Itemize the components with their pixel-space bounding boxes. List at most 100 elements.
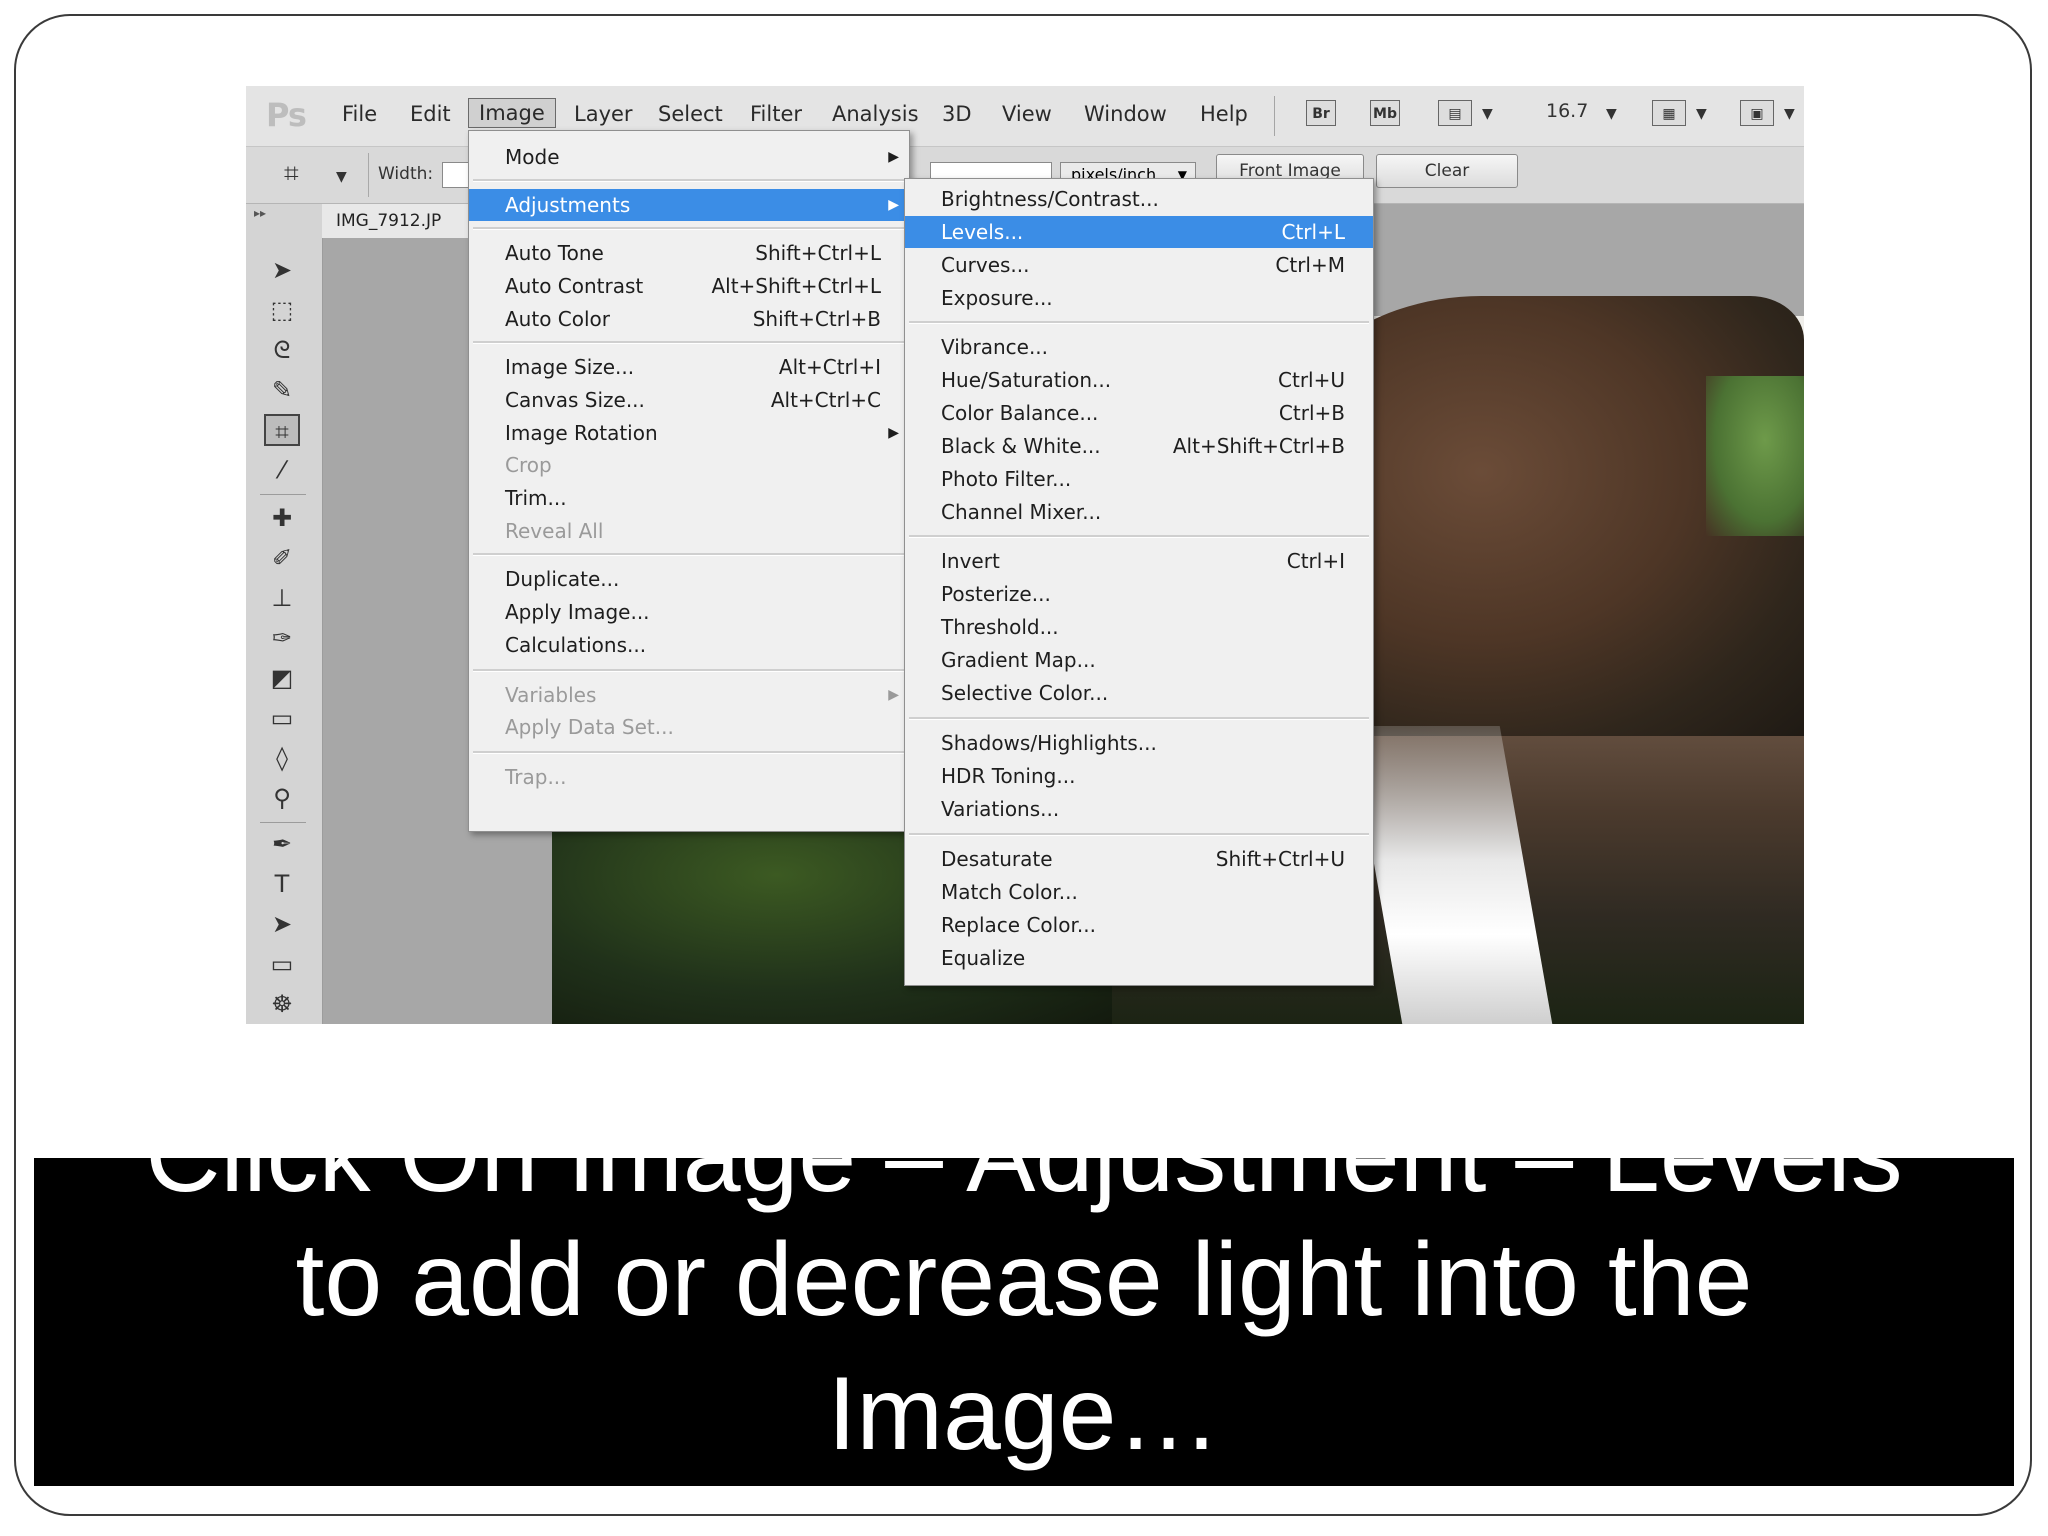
menu-item-threshold[interactable]: Threshold... — [905, 611, 1373, 643]
rectangle-tool-icon[interactable]: ▭ — [264, 948, 300, 980]
menu-item-label: Apply Data Set... — [505, 715, 674, 739]
menu-file[interactable]: File — [332, 100, 387, 128]
menu-item-image-rotation[interactable]: Image Rotation ▶ — [469, 417, 909, 449]
tree-foliage — [1706, 376, 1804, 536]
screen-mode-icon[interactable]: ▣ — [1740, 100, 1774, 126]
chevron-down-icon[interactable]: ▼ — [336, 169, 347, 185]
eyedropper-tool-icon[interactable]: ⁄ — [264, 454, 300, 486]
menu-separator — [909, 833, 1369, 836]
menu-image[interactable]: Image — [468, 98, 556, 128]
3d-rotate-tool-icon[interactable]: ☸ — [264, 988, 300, 1020]
menu-item-apply-image[interactable]: Apply Image... — [469, 596, 909, 628]
chevron-down-icon[interactable]: ▼ — [1696, 106, 1707, 122]
menu-item-black-white[interactable]: Black & White... Alt+Shift+Ctrl+B — [905, 430, 1373, 462]
menu-item-replace-color[interactable]: Replace Color... — [905, 909, 1373, 941]
crop-tool-icon[interactable]: ⌗ — [284, 159, 299, 190]
menu-item-shortcut: Shift+Ctrl+B — [752, 307, 881, 331]
menu-view[interactable]: View — [992, 100, 1062, 128]
menu-item-label: Brightness/Contrast... — [941, 187, 1159, 211]
width-input[interactable] — [442, 162, 470, 188]
path-selection-tool-icon[interactable]: ➤ — [264, 908, 300, 940]
crop-tool-icon[interactable]: ⌗ — [264, 414, 300, 446]
adjustments-submenu: Brightness/Contrast... Levels... Ctrl+L C… — [904, 178, 1374, 986]
blur-tool-icon[interactable]: ◊ — [264, 742, 300, 774]
menu-item-calculations[interactable]: Calculations... — [469, 629, 909, 661]
menu-filter[interactable]: Filter — [740, 100, 812, 128]
menu-separator — [473, 553, 905, 556]
menu-item-auto-color[interactable]: Auto Color Shift+Ctrl+B — [469, 303, 909, 335]
photoshop-window: Ps File Edit Image Layer Select Filter A… — [246, 86, 1804, 1024]
menu-item-posterize[interactable]: Posterize... — [905, 578, 1373, 610]
film-strip-icon[interactable]: ▤ — [1438, 100, 1472, 126]
lasso-tool-icon[interactable]: ᘓ — [264, 334, 300, 366]
menu-item-channel-mixer[interactable]: Channel Mixer... — [905, 496, 1373, 528]
brush-tool-icon[interactable]: ✐ — [264, 542, 300, 574]
history-brush-tool-icon[interactable]: ✑ — [264, 622, 300, 654]
menu-item-adjustments[interactable]: Adjustments ▶ — [469, 189, 909, 221]
mini-bridge-button[interactable]: Mb — [1370, 100, 1400, 126]
menu-item-equalize[interactable]: Equalize — [905, 942, 1373, 974]
menu-item-apply-data-set: Apply Data Set... — [469, 711, 909, 743]
menu-item-desaturate[interactable]: Desaturate Shift+Ctrl+U — [905, 843, 1373, 875]
eraser-tool-icon[interactable]: ◩ — [264, 662, 300, 694]
move-tool-icon[interactable]: ➤ — [264, 254, 300, 286]
menu-item-color-balance[interactable]: Color Balance... Ctrl+B — [905, 397, 1373, 429]
menu-item-shortcut: Ctrl+B — [1278, 401, 1345, 425]
menu-item-brightness-contrast[interactable]: Brightness/Contrast... — [905, 183, 1373, 215]
menu-item-label: Image Size... — [505, 355, 635, 379]
menu-select[interactable]: Select — [648, 100, 733, 128]
menu-item-selective-color[interactable]: Selective Color... — [905, 677, 1373, 709]
menu-item-auto-contrast[interactable]: Auto Contrast Alt+Shift+Ctrl+L — [469, 270, 909, 302]
menu-item-duplicate[interactable]: Duplicate... — [469, 563, 909, 595]
menu-item-image-size[interactable]: Image Size... Alt+Ctrl+I — [469, 351, 909, 383]
zoom-level[interactable]: 16.7 — [1546, 100, 1588, 126]
menu-item-hdr-toning[interactable]: HDR Toning... — [905, 760, 1373, 792]
document-tab[interactable]: IMG_7912.JP — [322, 204, 492, 238]
dodge-tool-icon[interactable]: ⚲ — [264, 782, 300, 814]
submenu-arrow-icon: ▶ — [888, 687, 899, 703]
menu-item-label: Posterize... — [941, 582, 1051, 606]
menu-item-mode[interactable]: Mode ▶ — [469, 141, 909, 173]
arrange-documents-icon[interactable]: ▦ — [1652, 100, 1686, 126]
healing-brush-tool-icon[interactable]: ✚ — [264, 502, 300, 534]
menu-item-label: Auto Color — [505, 307, 611, 331]
menu-analysis[interactable]: Analysis — [822, 100, 929, 128]
menu-item-match-color[interactable]: Match Color... — [905, 876, 1373, 908]
caption-line-1: Click On Image – Adjustment – Levels — [34, 1158, 2014, 1216]
menu-item-hue-saturation[interactable]: Hue/Saturation... Ctrl+U — [905, 364, 1373, 396]
chevron-down-icon[interactable]: ▼ — [1606, 106, 1617, 122]
menu-item-shortcut: Shift+Ctrl+U — [1215, 847, 1345, 871]
chevron-down-icon[interactable]: ▼ — [1482, 106, 1493, 122]
menu-item-invert[interactable]: Invert Ctrl+I — [905, 545, 1373, 577]
menu-item-variations[interactable]: Variations... — [905, 793, 1373, 825]
menu-item-label: Variables — [505, 683, 597, 707]
menu-item-variables: Variables ▶ — [469, 679, 909, 711]
menu-window[interactable]: Window — [1074, 100, 1177, 128]
menu-item-trim[interactable]: Trim... — [469, 482, 909, 514]
menu-3d[interactable]: 3D — [932, 100, 982, 128]
menu-item-photo-filter[interactable]: Photo Filter... — [905, 463, 1373, 495]
menu-item-exposure[interactable]: Exposure... — [905, 282, 1373, 314]
clear-button[interactable]: Clear — [1376, 154, 1518, 188]
pen-tool-icon[interactable]: ✒ — [264, 828, 300, 860]
clone-stamp-tool-icon[interactable]: ⊥ — [264, 582, 300, 614]
menu-help[interactable]: Help — [1190, 100, 1258, 128]
gradient-tool-icon[interactable]: ▭ — [264, 702, 300, 734]
marquee-tool-icon[interactable]: ⬚ — [264, 294, 300, 326]
menu-item-shadows-highlights[interactable]: Shadows/Highlights... — [905, 727, 1373, 759]
menu-item-canvas-size[interactable]: Canvas Size... Alt+Ctrl+C — [469, 384, 909, 416]
menu-item-label: Auto Contrast — [505, 274, 644, 298]
menu-item-auto-tone[interactable]: Auto Tone Shift+Ctrl+L — [469, 237, 909, 269]
menu-item-curves[interactable]: Curves... Ctrl+M — [905, 249, 1373, 281]
menu-layer[interactable]: Layer — [564, 100, 643, 128]
quick-selection-tool-icon[interactable]: ✎ — [264, 374, 300, 406]
menu-item-shortcut: Alt+Ctrl+C — [770, 388, 881, 412]
menu-item-vibrance[interactable]: Vibrance... — [905, 331, 1373, 363]
bridge-button[interactable]: Br — [1306, 100, 1336, 126]
menu-edit[interactable]: Edit — [400, 100, 461, 128]
menu-item-levels[interactable]: Levels... Ctrl+L — [905, 216, 1373, 248]
type-tool-icon[interactable]: T — [264, 868, 300, 900]
menu-item-gradient-map[interactable]: Gradient Map... — [905, 644, 1373, 676]
collapse-panel-icon[interactable]: ▸▸ — [254, 206, 266, 220]
chevron-down-icon[interactable]: ▼ — [1784, 106, 1795, 122]
